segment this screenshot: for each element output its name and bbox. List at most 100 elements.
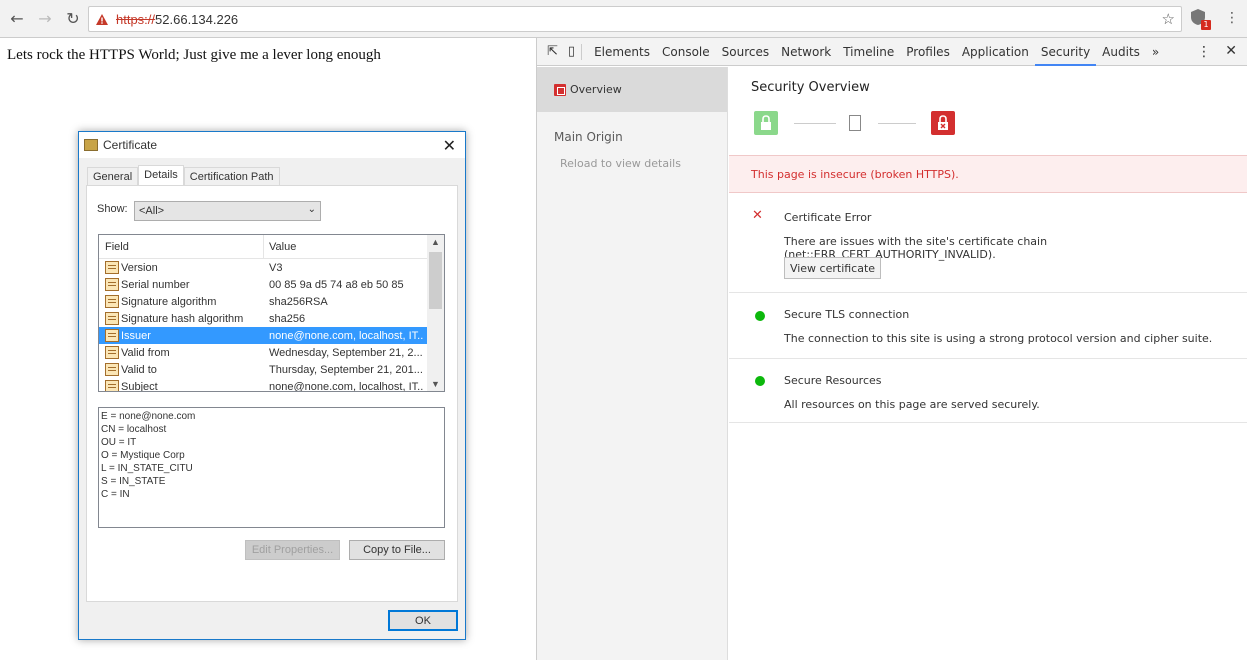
lock-insecure-icon [931, 111, 955, 135]
devtools-menu-icon[interactable]: ⋮ [1197, 44, 1211, 60]
field-name: Issuer [121, 329, 151, 342]
field-icon [105, 363, 119, 376]
show-select[interactable]: <All> ⌄ [134, 201, 321, 221]
scroll-thumb[interactable] [429, 252, 442, 309]
close-icon[interactable]: ✕ [443, 136, 456, 156]
tls-section: Secure TLS connection The connection to … [729, 293, 1247, 359]
table-row[interactable]: Valid from Wednesday, September 21, 2... [99, 344, 444, 361]
section-description: The connection to this site is using a s… [784, 332, 1213, 345]
view-certificate-button[interactable]: View certificate [784, 257, 881, 279]
table-row[interactable]: Serial number 00 85 9a d5 74 a8 eb 50 85 [99, 276, 444, 293]
dialog-title: Certificate [103, 138, 158, 152]
column-field[interactable]: Field [99, 235, 264, 259]
lock-broken-icon [554, 83, 566, 96]
tab-elements[interactable]: Elements [588, 38, 656, 66]
table-row[interactable]: Valid to Thursday, September 21, 201... [99, 361, 444, 378]
menu-icon[interactable]: ⋮ [1225, 10, 1239, 26]
tab-profiles[interactable]: Profiles [900, 38, 956, 66]
reload-hint: Reload to view details [560, 157, 681, 170]
star-icon[interactable]: ☆ [1162, 10, 1175, 28]
field-name: Version [121, 261, 158, 274]
certificate-dialog: Certificate ✕ General Details Certificat… [78, 131, 466, 640]
field-name: Signature algorithm [121, 295, 217, 308]
field-value: sha256 [269, 312, 306, 325]
tab-network[interactable]: Network [775, 38, 837, 66]
close-devtools-icon[interactable]: ✕ [1225, 43, 1237, 59]
field-icon [105, 295, 119, 308]
warning-icon [96, 13, 108, 25]
document-icon [849, 115, 861, 131]
field-name: Serial number [121, 278, 190, 291]
tab-timeline[interactable]: Timeline [837, 38, 900, 66]
detail-line: L = IN_STATE_CITU [101, 463, 193, 474]
field-detail-box[interactable]: E = none@none.com CN = localhost OU = IT… [98, 407, 445, 528]
section-heading: Certificate Error [784, 211, 872, 224]
detail-line: O = Mystique Corp [101, 450, 185, 461]
list-scrollbar[interactable]: ▲ ▼ [427, 235, 444, 391]
extension-icon[interactable]: 1 [1190, 8, 1211, 30]
field-icon [105, 312, 119, 325]
tab-details[interactable]: Details [138, 165, 184, 187]
divider [878, 123, 916, 124]
dialog-titlebar[interactable]: Certificate ✕ [79, 132, 465, 158]
edit-properties-button[interactable]: Edit Properties... [245, 540, 340, 560]
table-row[interactable]: Subject none@none.com, localhost, IT... [99, 378, 444, 392]
ok-button[interactable]: OK [388, 610, 458, 631]
table-row[interactable]: Signature hash algorithm sha256 [99, 310, 444, 327]
tab-console[interactable]: Console [656, 38, 716, 66]
address-bar[interactable]: https:// 52.66.134.226 ☆ [88, 6, 1182, 32]
field-name: Valid to [121, 363, 157, 376]
tab-sources[interactable]: Sources [716, 38, 775, 66]
url-host: 52.66.134.226 [155, 11, 239, 27]
device-icon[interactable]: ▯ [568, 44, 575, 59]
detail-line: E = none@none.com [101, 411, 196, 422]
list-header: Field Value [99, 235, 444, 259]
show-value: <All> [139, 205, 165, 217]
table-row[interactable]: Version V3 [99, 259, 444, 276]
field-value: Thursday, September 21, 201... [269, 363, 423, 376]
lock-secure-icon [754, 111, 778, 135]
certificate-icon [84, 139, 98, 151]
detail-line: C = IN [101, 489, 130, 500]
field-icon [105, 278, 119, 291]
tab-certification-path[interactable]: Certification Path [183, 167, 280, 186]
show-label: Show: [97, 203, 128, 215]
copy-to-file-button[interactable]: Copy to File... [349, 540, 445, 560]
field-value: none@none.com, localhost, IT... [269, 380, 424, 392]
fields-list[interactable]: Field Value Version V3 Serial number 00 85… [98, 234, 445, 392]
page-text: Lets rock the HTTPS World; Just give me … [7, 47, 381, 63]
sidebar-item-overview[interactable]: Overview [537, 67, 727, 112]
field-name: Subject [121, 380, 158, 392]
scroll-down-icon[interactable]: ▼ [431, 379, 440, 389]
tab-general[interactable]: General [87, 167, 139, 186]
section-heading: Secure TLS connection [784, 308, 910, 321]
security-sidebar: Overview Main Origin Reload to view deta… [537, 67, 728, 660]
main-origin-heading: Main Origin [554, 130, 623, 144]
divider [581, 43, 583, 60]
tab-application[interactable]: Application [956, 38, 1035, 66]
scroll-up-icon[interactable]: ▲ [431, 237, 440, 247]
field-name: Signature hash algorithm [121, 312, 244, 325]
field-value: sha256RSA [269, 295, 328, 308]
forward-icon[interactable]: → [34, 8, 56, 30]
divider [794, 123, 836, 124]
table-row[interactable]: Signature algorithm sha256RSA [99, 293, 444, 310]
security-overview: Security Overview This page is insecure … [729, 67, 1247, 660]
back-icon[interactable]: ← [6, 8, 28, 30]
more-tabs-icon[interactable]: » [1146, 38, 1165, 66]
browser-toolbar: ← → ↻ https:// 52.66.134.226 ☆ 1 ⋮ [0, 0, 1247, 38]
field-icon [105, 261, 119, 274]
insecure-banner: This page is insecure (broken HTTPS). [729, 155, 1247, 193]
detail-line: CN = localhost [101, 424, 167, 435]
detail-line: OU = IT [101, 437, 137, 448]
tab-security[interactable]: Security [1034, 38, 1097, 66]
section-description: All resources on this page are served se… [784, 398, 1040, 411]
reload-icon[interactable]: ↻ [62, 8, 84, 30]
inspect-icon[interactable]: ⇱ [547, 44, 558, 59]
tab-audits[interactable]: Audits [1096, 38, 1146, 66]
table-row-selected[interactable]: Issuer none@none.com, localhost, IT... [99, 327, 444, 344]
overview-label: Overview [570, 83, 622, 96]
column-value[interactable]: Value [264, 241, 296, 253]
chevron-down-icon: ⌄ [307, 204, 316, 215]
details-panel: Show: <All> ⌄ Field Value Version V3 Seri… [86, 185, 458, 602]
